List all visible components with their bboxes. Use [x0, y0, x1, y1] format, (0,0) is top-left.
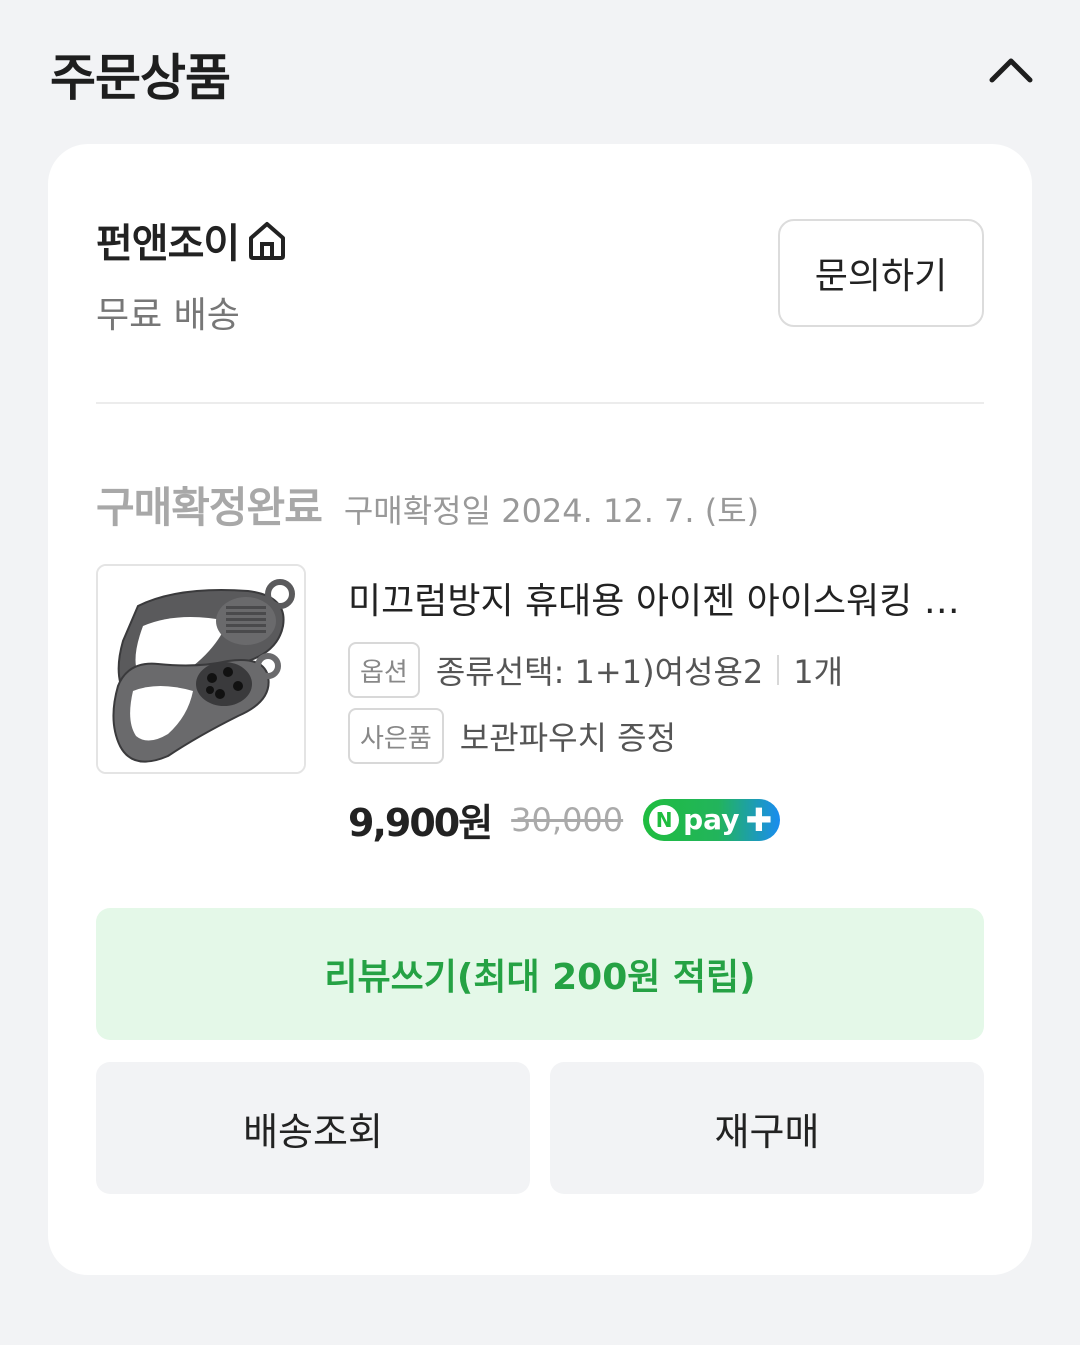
- product-image[interactable]: [96, 564, 306, 774]
- rebuy-button[interactable]: 재구매: [550, 1062, 984, 1194]
- option-tag: 옵션: [348, 642, 420, 698]
- sale-price: 9,900원: [348, 801, 493, 845]
- option-text: 종류선택: 1+1)여성용2: [435, 653, 764, 691]
- order-items-header: 주문상품: [0, 0, 1080, 140]
- gift-tag: 사은품: [348, 708, 444, 764]
- ice-cleat-image: [98, 566, 304, 772]
- product-name[interactable]: 미끄럼방지 휴대용 아이젠 아이스워킹 스파이크 신발 덧신: [348, 572, 988, 624]
- gift-text: 보관파우치 증정: [459, 719, 677, 757]
- plus-icon: ✚: [745, 800, 773, 839]
- order-status-row: 구매확정완료 구매확정일 2024. 12. 7. (토): [96, 474, 759, 535]
- store-name: 펀앤조이: [96, 221, 240, 267]
- section-title: 주문상품: [50, 49, 231, 107]
- naver-n-icon: N: [649, 804, 680, 835]
- npay-plus-badge: N pay ✚: [643, 798, 781, 841]
- order-status: 구매확정완료: [96, 483, 323, 532]
- price-row: 9,900원 30,000 N pay ✚: [348, 792, 781, 847]
- store-link[interactable]: 펀앤조이: [96, 212, 289, 268]
- order-item-card: 펀앤조이 무료 배송 문의하기 구매확정완료 구매확정일 2024. 12. 7…: [48, 144, 1032, 1275]
- npay-text: pay: [683, 803, 740, 836]
- write-review-button[interactable]: 리뷰쓰기(최대 200원 적립): [96, 908, 984, 1040]
- chevron-up-icon: [989, 58, 1033, 83]
- inquiry-button[interactable]: 문의하기: [778, 219, 984, 327]
- collapse-button[interactable]: [984, 46, 1038, 92]
- confirm-date: 구매확정일 2024. 12. 7. (토): [343, 492, 760, 530]
- option-quantity: 1개: [793, 653, 844, 691]
- track-delivery-button[interactable]: 배송조회: [96, 1062, 530, 1194]
- original-price: 30,000: [511, 800, 624, 839]
- gift-row: 사은품 보관파우치 증정: [348, 708, 676, 764]
- divider: [96, 402, 984, 404]
- home-icon: [249, 222, 286, 260]
- shipping-info: 무료 배송: [96, 295, 240, 336]
- option-separator: [777, 655, 780, 685]
- option-row: 옵션 종류선택: 1+1)여성용2 1개: [348, 642, 843, 698]
